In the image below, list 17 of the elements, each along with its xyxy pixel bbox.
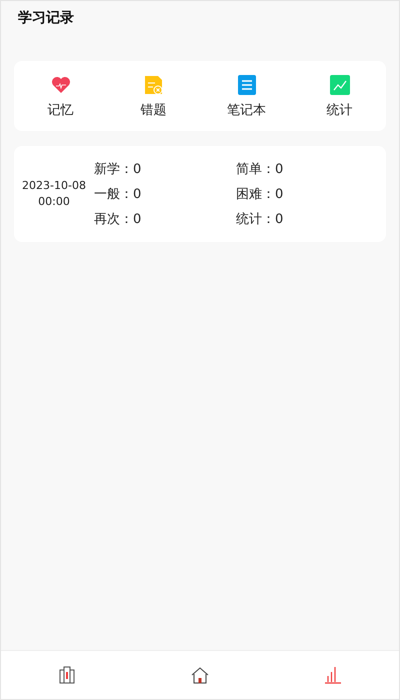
- shortcut-item[interactable]: 笔记本: [200, 75, 293, 119]
- stat-text: 统计：0: [236, 211, 284, 228]
- shortcut-item[interactable]: 统计: [293, 75, 386, 119]
- list-icon: [236, 75, 256, 95]
- stat-text: 新学：0: [94, 161, 142, 178]
- shortcut-item[interactable]: 记忆: [14, 75, 107, 119]
- record-time: 00:00: [38, 194, 70, 210]
- stat-text: 一般：0: [94, 186, 142, 203]
- stat-text: 简单：0: [236, 161, 284, 178]
- stat-text: 困难：0: [236, 186, 284, 203]
- heart-icon: [50, 75, 70, 95]
- shortcut-item[interactable]: 错题: [107, 75, 200, 119]
- stat-text: 再次：0: [94, 211, 142, 228]
- document-error-icon: [144, 75, 164, 95]
- line-chart-icon: [330, 75, 350, 95]
- record-date: 2023-10-08: [22, 178, 86, 194]
- page-title: 学习记录: [17, 9, 75, 28]
